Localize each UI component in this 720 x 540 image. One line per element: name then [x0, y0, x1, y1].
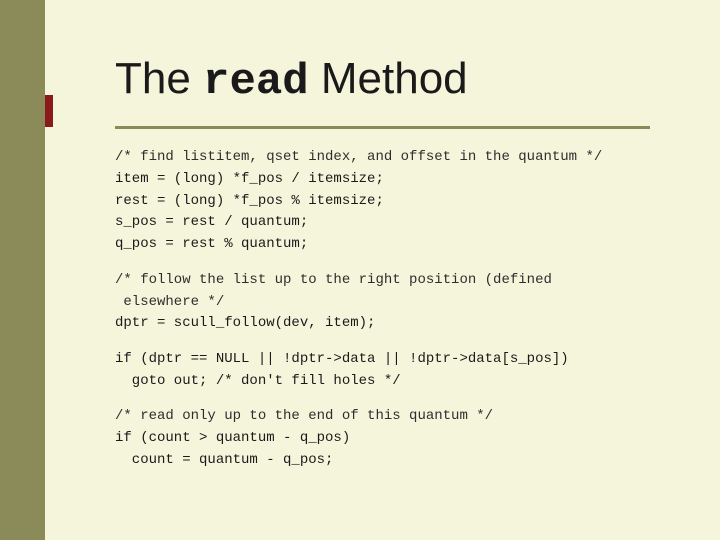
code-section-4: /* read only up to the end of this quant…	[115, 406, 650, 471]
code-line: /* read only up to the end of this quant…	[115, 406, 650, 428]
code-block: /* find listitem, qset index, and offset…	[115, 147, 650, 471]
title-divider	[115, 126, 650, 129]
title-prefix: The	[115, 54, 203, 103]
code-line: goto out; /* don't fill holes */	[115, 371, 650, 393]
code-line: if (dptr == NULL || !dptr->data || !dptr…	[115, 349, 650, 371]
code-line: /* find listitem, qset index, and offset…	[115, 147, 650, 169]
left-decoration-bar	[0, 0, 45, 540]
code-line: /* follow the list up to the right posit…	[115, 270, 650, 292]
slide-content: The read Method /* find listitem, qset i…	[85, 30, 680, 510]
code-line: dptr = scull_follow(dev, item);	[115, 313, 650, 335]
slide: The read Method /* find listitem, qset i…	[0, 0, 720, 540]
code-line: rest = (long) *f_pos % itemsize;	[115, 191, 650, 213]
code-section-1: /* find listitem, qset index, and offset…	[115, 147, 650, 255]
code-line: elsewhere */	[115, 292, 650, 314]
code-line: count = quantum - q_pos;	[115, 450, 650, 472]
accent-bar	[45, 95, 53, 127]
title-suffix: Method	[309, 54, 468, 103]
slide-title: The read Method	[115, 55, 650, 106]
code-line: q_pos = rest % quantum;	[115, 234, 650, 256]
code-section-3: if (dptr == NULL || !dptr->data || !dptr…	[115, 349, 650, 392]
code-line: if (count > quantum - q_pos)	[115, 428, 650, 450]
code-line: item = (long) *f_pos / itemsize;	[115, 169, 650, 191]
code-line: s_pos = rest / quantum;	[115, 212, 650, 234]
code-section-2: /* follow the list up to the right posit…	[115, 270, 650, 335]
title-mono: read	[203, 57, 309, 107]
